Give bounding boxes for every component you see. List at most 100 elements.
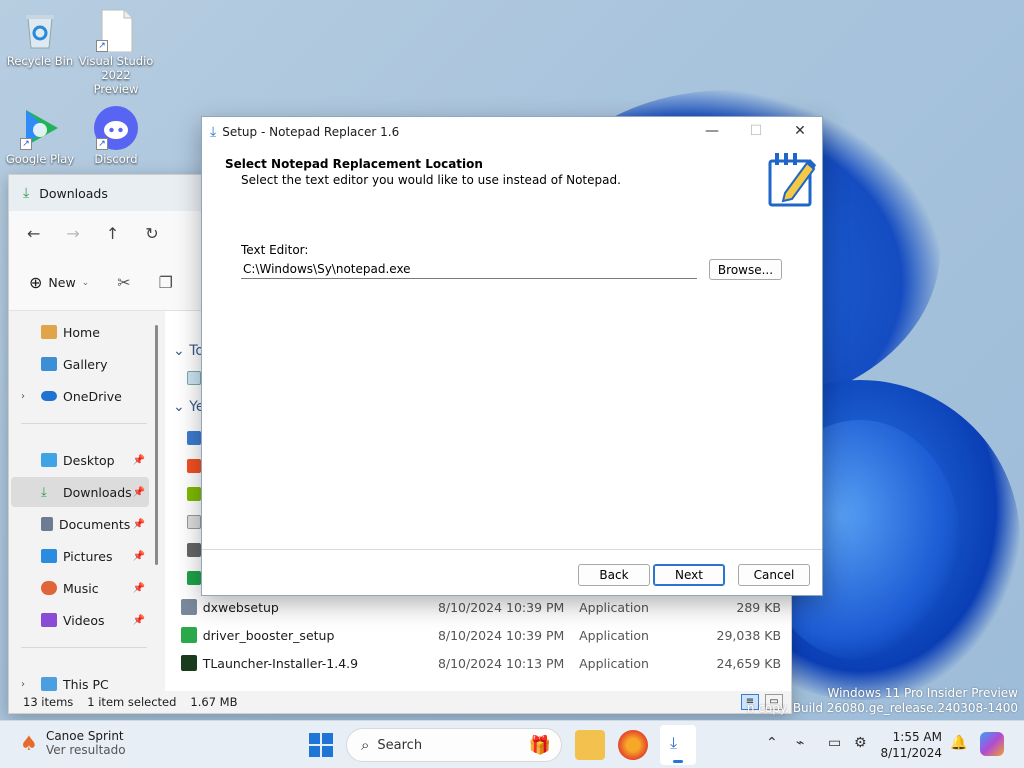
- setup-icon[interactable]: [187, 543, 201, 557]
- microsoft-icon[interactable]: [187, 459, 201, 473]
- browse-button[interactable]: Browse...: [709, 259, 782, 280]
- taskbar-search[interactable]: ⌕ Search 🎁: [346, 728, 562, 762]
- clock-time: 1:55 AM: [892, 730, 942, 744]
- network-off-icon[interactable]: ⌁: [796, 735, 804, 751]
- weather-widget[interactable]: ♠ Canoe Sprint Ver resultado: [20, 729, 126, 757]
- pin-icon: 📌: [132, 486, 145, 498]
- setup-icon: ⤓: [210, 123, 217, 140]
- sidebar-item-gallery[interactable]: Gallery: [11, 349, 149, 379]
- cancel-button[interactable]: Cancel: [738, 564, 810, 586]
- pin-icon: 📌: [132, 454, 145, 466]
- download-icon: ⤓: [23, 185, 30, 201]
- chevron-right-icon[interactable]: ›: [21, 391, 25, 402]
- group-header-today[interactable]: ⌄ To: [173, 343, 204, 359]
- videos-icon: [41, 613, 57, 627]
- sidebar-item-videos[interactable]: Videos 📌: [11, 605, 149, 635]
- search-icon: ⌕: [361, 736, 370, 754]
- refresh-icon[interactable]: ↻: [145, 224, 158, 243]
- chevron-up-icon[interactable]: ⌃: [766, 735, 778, 751]
- sidebar-item-home[interactable]: Home: [11, 317, 149, 347]
- file-icon[interactable]: [187, 515, 201, 529]
- tlauncher-icon: [181, 655, 197, 671]
- firefox-icon[interactable]: [618, 730, 648, 760]
- taskbar-clock[interactable]: 1:55 AM 8/11/2024: [880, 729, 942, 761]
- up-arrow-icon[interactable]: ↑: [106, 224, 119, 243]
- setup-icon: ⤓: [670, 733, 678, 752]
- sidebar-item-label: Desktop: [63, 452, 115, 468]
- shortcut-arrow-icon: ↗: [96, 40, 108, 52]
- desktop-icon-label: Discord: [94, 152, 138, 166]
- table-row[interactable]: dxwebsetup 8/10/2024 10:39 PM Applicatio…: [181, 593, 781, 621]
- canoe-sprint-icon: ♠: [20, 731, 38, 755]
- desktop-icon-recycle-bin[interactable]: Recycle Bin: [2, 8, 78, 68]
- sidebar-item-label: Gallery: [63, 356, 108, 372]
- setup-taskbar-item[interactable]: ⤓: [660, 725, 696, 765]
- display-icon[interactable]: ▭: [828, 735, 841, 751]
- new-button-label: New: [48, 275, 76, 290]
- document-icon: [41, 517, 53, 531]
- file-name: TLauncher-Installer-1.4.9: [202, 655, 359, 671]
- desktop-icon-google-play[interactable]: ↗ Google Play: [2, 106, 78, 166]
- file-date: 8/10/2024 10:39 PM: [437, 627, 565, 643]
- app-icon[interactable]: [187, 571, 201, 585]
- next-button[interactable]: Next: [653, 564, 725, 586]
- desktop-icon-discord[interactable]: ↗ Discord: [78, 106, 154, 166]
- bell-icon[interactable]: 🔔: [950, 735, 967, 751]
- back-arrow-icon[interactable]: ←: [27, 224, 40, 243]
- copilot-icon[interactable]: [980, 732, 1004, 756]
- file-name: dxwebsetup: [202, 599, 279, 615]
- setup-icon: [181, 599, 197, 615]
- desktop-icon: [41, 453, 57, 467]
- desktop-icon-label: Visual Studio 2022 Preview: [78, 54, 154, 96]
- group-header-yesterday[interactable]: ⌄ Ye: [173, 399, 205, 415]
- text-editor-input[interactable]: [241, 259, 697, 279]
- sidebar-item-onedrive[interactable]: › OneDrive: [11, 381, 149, 411]
- file-icon[interactable]: [187, 431, 201, 445]
- computer-icon: [41, 677, 57, 691]
- sidebar-scrollbar[interactable]: [155, 325, 158, 565]
- sidebar-item-downloads[interactable]: ⤓ Downloads 📌: [11, 477, 149, 507]
- cut-icon[interactable]: ✂: [117, 273, 130, 292]
- dialog-subheading: Select the text editor you would like to…: [241, 173, 621, 187]
- gallery-icon: [41, 357, 57, 371]
- copy-icon[interactable]: ❐: [159, 273, 173, 292]
- file-icon[interactable]: [187, 371, 201, 385]
- status-size: 1.67 MB: [190, 695, 238, 709]
- chevron-right-icon[interactable]: ›: [21, 679, 25, 690]
- sidebar-item-label: Videos: [63, 612, 105, 628]
- pin-icon: 📌: [132, 582, 145, 594]
- sidebar-item-label: Documents: [59, 516, 131, 532]
- new-button[interactable]: ⊕ New ⌄: [29, 273, 89, 292]
- search-label: Search: [377, 737, 423, 753]
- shortcut-arrow-icon: ↗: [20, 138, 32, 150]
- microsoft-icon[interactable]: [187, 487, 201, 501]
- sidebar-item-desktop[interactable]: Desktop 📌: [11, 445, 149, 475]
- clock-date: 8/11/2024: [880, 746, 942, 760]
- dialog-header: Select Notepad Replacement Location Sele…: [202, 146, 822, 207]
- dialog-heading: Select Notepad Replacement Location: [225, 157, 483, 171]
- desktop-icon-visual-studio[interactable]: ↗ Visual Studio 2022 Preview: [78, 8, 154, 96]
- discord-icon: ↗: [94, 106, 138, 150]
- sidebar-item-pictures[interactable]: Pictures 📌: [11, 541, 149, 571]
- file-explorer-taskbar-icon[interactable]: [575, 730, 605, 760]
- chevron-down-icon: ⌄: [81, 277, 90, 288]
- minimize-icon[interactable]: —: [690, 121, 734, 143]
- dialog-separator: [202, 549, 822, 550]
- close-icon[interactable]: ✕: [778, 121, 822, 143]
- start-button[interactable]: [306, 730, 336, 760]
- table-row[interactable]: driver_booster_setup 8/10/2024 10:39 PM …: [181, 621, 781, 649]
- desktop-icon-label: Google Play: [5, 152, 75, 166]
- file-icon: ↗: [94, 8, 138, 53]
- sidebar-item-label: Music: [63, 580, 99, 596]
- sidebar-item-documents[interactable]: Documents 📌: [11, 509, 149, 539]
- dialog-title-bar[interactable]: ⤓ Setup - Notepad Replacer 1.6 — ☐ ✕: [202, 117, 822, 146]
- sidebar-item-label: Home: [63, 324, 100, 340]
- sidebar-item-music[interactable]: Music 📌: [11, 573, 149, 603]
- forward-arrow-icon[interactable]: →: [66, 224, 79, 243]
- status-selected: 1 item selected: [87, 695, 177, 709]
- setup-dialog: ⤓ Setup - Notepad Replacer 1.6 — ☐ ✕ Sel…: [201, 116, 823, 596]
- table-row[interactable]: TLauncher-Installer-1.4.9 8/10/2024 10:1…: [181, 649, 781, 677]
- weather-title: Canoe Sprint: [45, 729, 124, 743]
- back-button[interactable]: Back: [578, 564, 650, 586]
- accessibility-icon[interactable]: ⚙: [854, 735, 867, 751]
